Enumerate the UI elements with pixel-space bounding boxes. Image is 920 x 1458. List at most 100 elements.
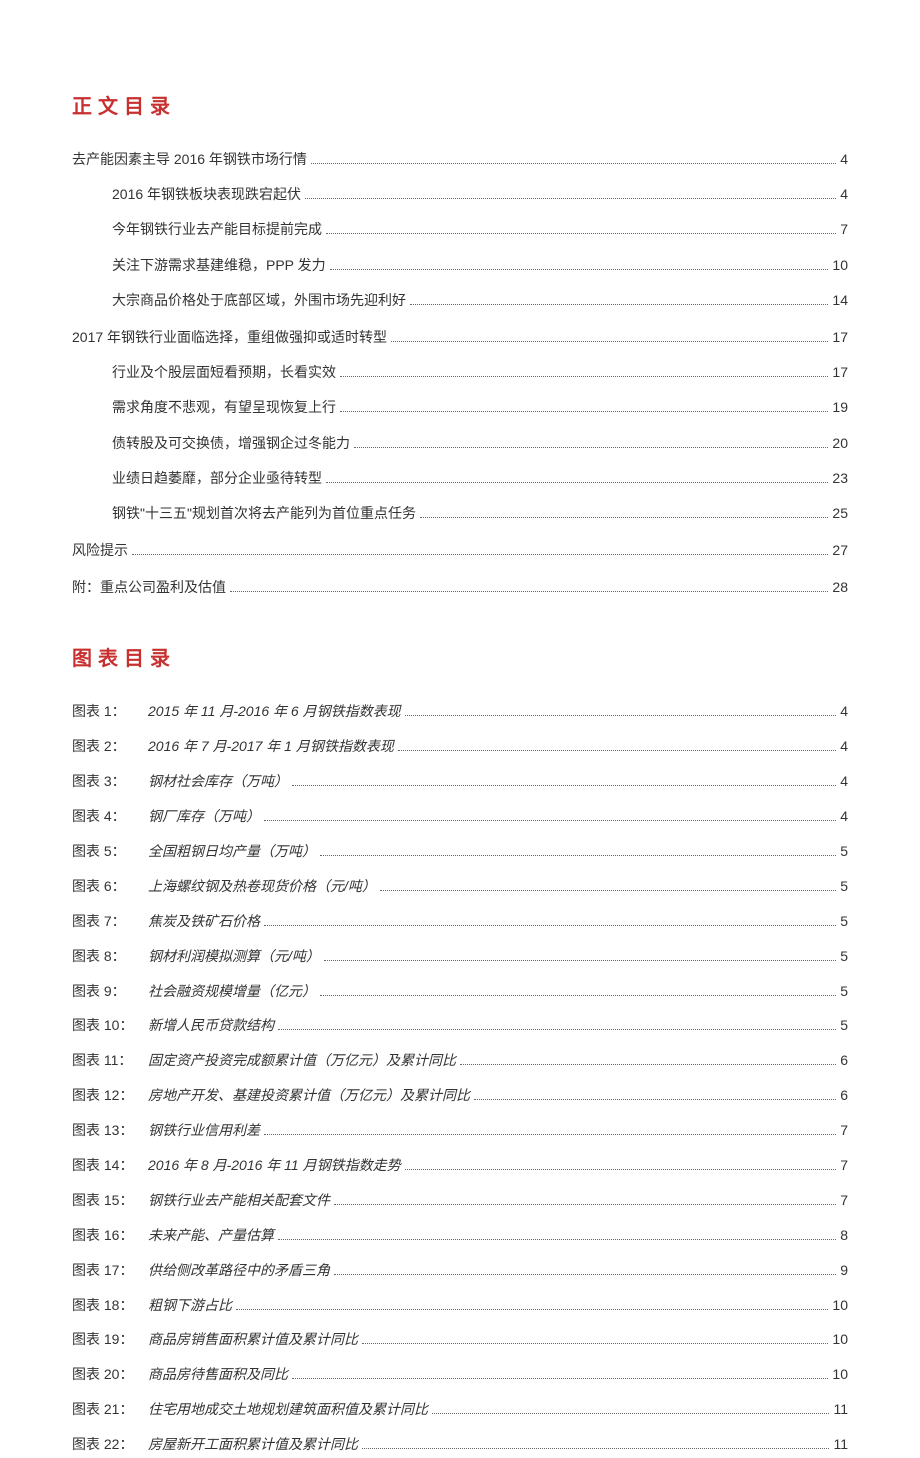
figure-entry-page: 5 <box>840 839 848 865</box>
figure-entry-title: 全国粗钢日均产量（万吨） <box>148 839 316 865</box>
figure-entry-label: 图表 14： <box>72 1153 148 1179</box>
toc-entry[interactable]: 需求角度不悲观，有望呈现恢复上行19 <box>72 395 848 420</box>
toc-entry[interactable]: 去产能因素主导 2016 年钢铁市场行情4 <box>72 147 848 172</box>
figure-entry[interactable]: 图表 13：钢铁行业信用利差7 <box>72 1118 848 1144</box>
figure-entry-label: 图表 11： <box>72 1048 148 1074</box>
toc-entry-page: 25 <box>832 501 848 526</box>
toc-entry-text: 2017 年钢铁行业面临选择，重组做强抑或适时转型 <box>72 325 387 350</box>
figure-entry-page: 4 <box>840 734 848 760</box>
leader-dots <box>311 163 836 164</box>
leader-dots <box>330 269 829 270</box>
toc-entry-page: 17 <box>832 360 848 385</box>
figure-entry-label: 图表 19： <box>72 1327 148 1353</box>
figure-entry[interactable]: 图表 15：钢铁行业去产能相关配套文件7 <box>72 1188 848 1214</box>
leader-dots <box>320 995 836 996</box>
figure-entry-title: 固定资产投资完成额累计值（万亿元）及累计同比 <box>148 1048 456 1074</box>
figure-entry[interactable]: 图表 10：新增人民币贷款结构5 <box>72 1013 848 1039</box>
toc-entry[interactable]: 业绩日趋萎靡，部分企业亟待转型23 <box>72 466 848 491</box>
figure-entry[interactable]: 图表 21：住宅用地成交土地规划建筑面积值及累计同比11 <box>72 1397 848 1423</box>
toc-entry[interactable]: 2016 年钢铁板块表现跌宕起伏4 <box>72 182 848 207</box>
figure-entry[interactable]: 图表 9：社会融资规模增量（亿元）5 <box>72 979 848 1005</box>
toc-entry-page: 7 <box>840 217 848 242</box>
figure-entry-page: 6 <box>840 1083 848 1109</box>
figure-entry[interactable]: 图表 4：钢厂库存（万吨）4 <box>72 804 848 830</box>
toc-entry[interactable]: 行业及个股层面短看预期，长看实效17 <box>72 360 848 385</box>
leader-dots <box>292 785 836 786</box>
figure-entry[interactable]: 图表 22：房屋新开工面积累计值及累计同比11 <box>72 1432 848 1458</box>
figure-entry-label: 图表 5： <box>72 839 148 865</box>
figure-entry[interactable]: 图表 2：2016 年 7 月-2017 年 1 月钢铁指数表现4 <box>72 734 848 760</box>
leader-dots <box>460 1064 836 1065</box>
figure-entry-page: 11 <box>833 1432 848 1458</box>
toc-entry-page: 4 <box>840 182 848 207</box>
figure-entry[interactable]: 图表 11：固定资产投资完成额累计值（万亿元）及累计同比 6 <box>72 1048 848 1074</box>
figure-entry[interactable]: 图表 5：全国粗钢日均产量（万吨） 5 <box>72 839 848 865</box>
figure-entry[interactable]: 图表 18：粗钢下游占比10 <box>72 1293 848 1319</box>
figure-entry-label: 图表 17： <box>72 1258 148 1284</box>
toc-entry[interactable]: 2017 年钢铁行业面临选择，重组做强抑或适时转型 17 <box>72 325 848 350</box>
leader-dots <box>292 1378 828 1379</box>
figure-entry-page: 10 <box>832 1293 848 1319</box>
figure-entry[interactable]: 图表 7：焦炭及铁矿石价格5 <box>72 909 848 935</box>
figure-entry[interactable]: 图表 12：房地产开发、基建投资累计值（万亿元）及累计同比6 <box>72 1083 848 1109</box>
toc-entry[interactable]: 今年钢铁行业去产能目标提前完成 7 <box>72 217 848 242</box>
figure-entry[interactable]: 图表 1：2015 年 11 月-2016 年 6 月钢铁指数表现4 <box>72 699 848 725</box>
figure-entry-title: 未来产能、产量估算 <box>148 1223 274 1249</box>
figure-entry-label: 图表 6： <box>72 874 148 900</box>
leader-dots <box>132 554 828 555</box>
leader-dots <box>230 591 828 592</box>
figure-entry-label: 图表 2： <box>72 734 148 760</box>
figure-entry[interactable]: 图表 8：钢材利润模拟测算（元/吨）5 <box>72 944 848 970</box>
toc-entry[interactable]: 大宗商品价格处于底部区域，外围市场先迎利好 14 <box>72 288 848 313</box>
leader-dots <box>362 1343 828 1344</box>
figure-entry-title: 2015 年 11 月-2016 年 6 月钢铁指数表现 <box>148 699 401 725</box>
figure-entry-page: 7 <box>840 1118 848 1144</box>
figure-entry[interactable]: 图表 16：未来产能、产量估算8 <box>72 1223 848 1249</box>
leader-dots <box>264 1134 836 1135</box>
toc-entry[interactable]: 钢铁"十三五"规划首次将去产能列为首位重点任务25 <box>72 501 848 526</box>
leader-dots <box>264 925 836 926</box>
figure-entry-title: 钢材社会库存（万吨） <box>148 769 288 795</box>
figure-entry-label: 图表 10： <box>72 1013 148 1039</box>
figure-entry-page: 4 <box>840 699 848 725</box>
toc-entry-text: 附：重点公司盈利及估值 <box>72 575 226 600</box>
toc-entry[interactable]: 附：重点公司盈利及估值28 <box>72 575 848 600</box>
leader-dots <box>432 1413 829 1414</box>
leader-dots <box>410 304 828 305</box>
leader-dots <box>380 890 836 891</box>
toc-entry-text: 大宗商品价格处于底部区域，外围市场先迎利好 <box>112 288 406 313</box>
figure-entry[interactable]: 图表 14：2016 年 8 月-2016 年 11 月钢铁指数走势7 <box>72 1153 848 1179</box>
leader-dots <box>405 1169 837 1170</box>
toc-entry-text: 今年钢铁行业去产能目标提前完成 <box>112 217 322 242</box>
figure-entry-page: 5 <box>840 874 848 900</box>
figure-entry-page: 6 <box>840 1048 848 1074</box>
figure-entry[interactable]: 图表 19：商品房销售面积累计值及累计同比10 <box>72 1327 848 1353</box>
toc-entry-page: 23 <box>832 466 848 491</box>
toc-entry-page: 14 <box>832 288 848 313</box>
figure-entry[interactable]: 图表 17：供给侧改革路径中的矛盾三角9 <box>72 1258 848 1284</box>
leader-dots <box>354 447 828 448</box>
figure-entry-title: 房屋新开工面积累计值及累计同比 <box>148 1432 358 1458</box>
toc-entry[interactable]: 风险提示27 <box>72 538 848 563</box>
figure-entry[interactable]: 图表 20：商品房待售面积及同比10 <box>72 1362 848 1388</box>
leader-dots <box>391 341 828 342</box>
figure-entry[interactable]: 图表 6：上海螺纹钢及热卷现货价格（元/吨）5 <box>72 874 848 900</box>
figure-entry-page: 8 <box>840 1223 848 1249</box>
figure-entry-label: 图表 7： <box>72 909 148 935</box>
figure-entry-label: 图表 12： <box>72 1083 148 1109</box>
figure-entry-title: 钢铁行业去产能相关配套文件 <box>148 1188 330 1214</box>
figure-entry-label: 图表 8： <box>72 944 148 970</box>
leader-dots <box>340 411 828 412</box>
toc-entry-page: 17 <box>832 325 848 350</box>
figure-entry-label: 图表 21： <box>72 1397 148 1423</box>
leader-dots <box>264 820 836 821</box>
figure-entry[interactable]: 图表 3：钢材社会库存（万吨）4 <box>72 769 848 795</box>
toc-entry[interactable]: 关注下游需求基建维稳，PPP 发力10 <box>72 253 848 278</box>
leader-dots <box>326 233 836 234</box>
toc-entry[interactable]: 债转股及可交换债，增强钢企过冬能力20 <box>72 431 848 456</box>
leader-dots <box>334 1204 836 1205</box>
figure-entry-page: 5 <box>840 909 848 935</box>
figure-entry-title: 商品房待售面积及同比 <box>148 1362 288 1388</box>
figure-entry-label: 图表 4： <box>72 804 148 830</box>
figure-entry-title: 供给侧改革路径中的矛盾三角 <box>148 1258 330 1284</box>
